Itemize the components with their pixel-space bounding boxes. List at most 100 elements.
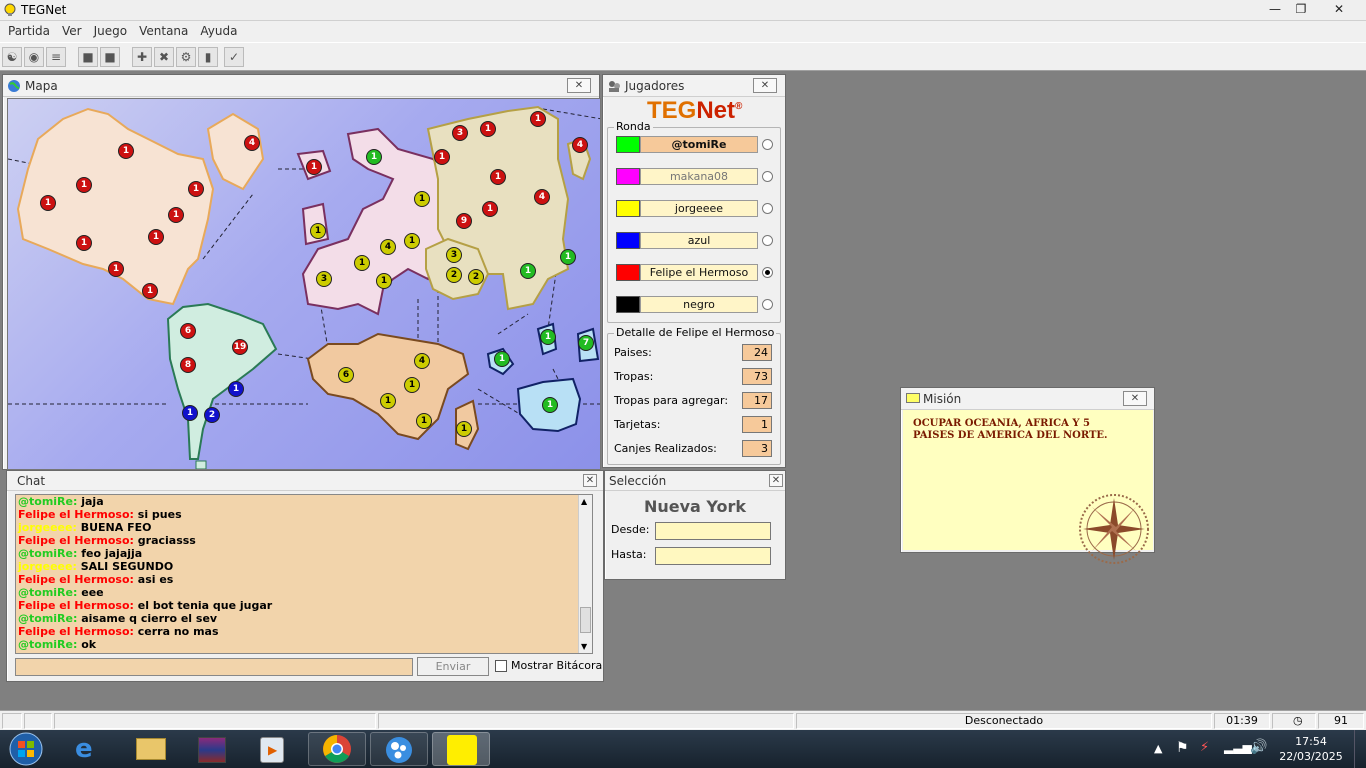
players-close-button[interactable]: ✕ xyxy=(753,78,777,93)
army-marker[interactable]: 8 xyxy=(180,357,196,373)
start-icon[interactable]: ◉ xyxy=(24,47,44,67)
chat-close-button[interactable]: ✕ xyxy=(583,474,597,487)
army-marker[interactable]: 6 xyxy=(180,323,196,339)
army-marker[interactable]: 1 xyxy=(404,233,420,249)
to-field[interactable] xyxy=(655,547,771,565)
player-radio[interactable] xyxy=(762,267,773,278)
from-field[interactable] xyxy=(655,522,771,540)
flag-icon[interactable]: ⚑ xyxy=(1176,740,1189,756)
army-marker[interactable]: 1 xyxy=(142,283,158,299)
army-marker[interactable]: 1 xyxy=(490,169,506,185)
start-orb-icon[interactable] xyxy=(6,731,46,767)
army-marker[interactable]: 1 xyxy=(482,201,498,217)
gear-icon[interactable]: ⚙ xyxy=(176,47,196,67)
army-marker[interactable]: 1 xyxy=(108,261,124,277)
maximize-button[interactable]: ❐ xyxy=(1288,0,1314,18)
army-marker[interactable]: 3 xyxy=(452,125,468,141)
taskbar-tegnet[interactable] xyxy=(432,732,490,766)
cards-icon[interactable]: ▮ xyxy=(198,47,218,67)
menu-partida[interactable]: Partida xyxy=(0,21,54,38)
chat-scrollbar[interactable]: ▲ ▼ xyxy=(578,495,592,653)
volume-icon[interactable]: 🔊 xyxy=(1250,739,1267,755)
army-marker[interactable]: 9 xyxy=(456,213,472,229)
chat-log[interactable]: @tomiRe: jaja Felipe el Hermoso: si pues j… xyxy=(15,494,593,654)
close-button[interactable]: ✕ xyxy=(1326,0,1352,18)
army-marker[interactable]: 4 xyxy=(380,239,396,255)
army-marker[interactable]: 19 xyxy=(232,339,248,355)
minimize-button[interactable]: — xyxy=(1262,0,1288,18)
cross-icon[interactable]: ✖ xyxy=(154,47,174,67)
army-marker[interactable]: 1 xyxy=(76,177,92,193)
army-marker[interactable]: 1 xyxy=(560,249,576,265)
world-map[interactable]: 1 4 1 1 1 1 1 1 1 1 1 1 3 1 1 1 4 1 1 4 9 1 1 4 1 3 1 3 2 2 1 1 1 6 19 8 1 1 2… xyxy=(7,98,601,470)
army-marker[interactable]: 1 xyxy=(404,377,420,393)
army-marker[interactable]: 1 xyxy=(148,229,164,245)
tray-expand-icon[interactable]: ▲ xyxy=(1154,742,1162,755)
army-marker[interactable]: 4 xyxy=(534,189,550,205)
army-marker[interactable]: 1 xyxy=(310,223,326,239)
square-icon[interactable]: ■ xyxy=(78,47,98,67)
army-marker[interactable]: 1 xyxy=(380,393,396,409)
army-marker[interactable]: 1 xyxy=(520,263,536,279)
power-icon[interactable]: ⚡ xyxy=(1200,740,1209,755)
army-marker[interactable]: 6 xyxy=(338,367,354,383)
mission-close-button[interactable]: ✕ xyxy=(1123,391,1147,406)
square2-icon[interactable]: ■ xyxy=(100,47,120,67)
player-radio[interactable] xyxy=(762,299,773,310)
army-marker[interactable]: 4 xyxy=(414,353,430,369)
army-marker[interactable]: 1 xyxy=(542,397,558,413)
show-log-checkbox[interactable] xyxy=(495,660,507,672)
taskbar-chrome[interactable] xyxy=(308,732,366,766)
army-marker[interactable]: 1 xyxy=(530,111,546,127)
army-marker[interactable]: 2 xyxy=(468,269,484,285)
taskbar-ie[interactable]: e xyxy=(60,732,118,766)
player-radio[interactable] xyxy=(762,235,773,246)
taskbar-app[interactable] xyxy=(370,732,428,766)
army-marker[interactable]: 7 xyxy=(578,335,594,351)
map-close-button[interactable]: ✕ xyxy=(567,78,591,93)
army-marker[interactable]: 1 xyxy=(414,191,430,207)
player-radio[interactable] xyxy=(762,171,773,182)
menu-ventana[interactable]: Ventana xyxy=(131,21,192,38)
selection-close-button[interactable]: ✕ xyxy=(769,474,783,487)
check-icon[interactable]: ✓ xyxy=(224,47,244,67)
menu-juego[interactable]: Juego xyxy=(86,21,132,38)
army-marker[interactable]: 1 xyxy=(228,381,244,397)
scroll-up-icon[interactable]: ▲ xyxy=(581,497,587,506)
taskbar-winrar[interactable] xyxy=(184,732,242,766)
army-marker[interactable]: 1 xyxy=(168,207,184,223)
army-marker[interactable]: 1 xyxy=(494,351,510,367)
army-marker[interactable]: 1 xyxy=(40,195,56,211)
army-marker[interactable]: 1 xyxy=(188,181,204,197)
army-marker[interactable]: 1 xyxy=(182,405,198,421)
scroll-thumb[interactable] xyxy=(580,607,591,633)
scroll-down-icon[interactable]: ▼ xyxy=(581,642,587,651)
army-marker[interactable]: 1 xyxy=(434,149,450,165)
army-marker[interactable]: 1 xyxy=(480,121,496,137)
army-marker[interactable]: 1 xyxy=(118,143,134,159)
player-radio[interactable] xyxy=(762,203,773,214)
army-marker[interactable]: 1 xyxy=(76,235,92,251)
menu-ver[interactable]: Ver xyxy=(54,21,86,38)
tray-clock[interactable]: 17:54 22/03/2025 xyxy=(1278,734,1344,764)
army-marker[interactable]: 1 xyxy=(366,149,382,165)
army-marker[interactable]: 1 xyxy=(306,159,322,175)
signal-icon[interactable]: ▂▃▅ xyxy=(1224,740,1252,754)
list-icon[interactable]: ≡ xyxy=(46,47,66,67)
plus-icon[interactable]: ✚ xyxy=(132,47,152,67)
army-marker[interactable]: 1 xyxy=(456,421,472,437)
army-marker[interactable]: 1 xyxy=(416,413,432,429)
menu-ayuda[interactable]: Ayuda xyxy=(192,21,241,38)
player-radio[interactable] xyxy=(762,139,773,150)
army-marker[interactable]: 4 xyxy=(244,135,260,151)
army-marker[interactable]: 1 xyxy=(376,273,392,289)
army-marker[interactable]: 1 xyxy=(540,329,556,345)
chat-input[interactable] xyxy=(15,658,413,676)
taskbar-media[interactable]: ▶ xyxy=(244,732,302,766)
army-marker[interactable]: 2 xyxy=(446,267,462,283)
army-marker[interactable]: 4 xyxy=(572,137,588,153)
show-desktop-button[interactable] xyxy=(1354,730,1366,768)
army-marker[interactable]: 3 xyxy=(446,247,462,263)
army-marker[interactable]: 1 xyxy=(354,255,370,271)
taskbar-explorer[interactable] xyxy=(122,732,180,766)
